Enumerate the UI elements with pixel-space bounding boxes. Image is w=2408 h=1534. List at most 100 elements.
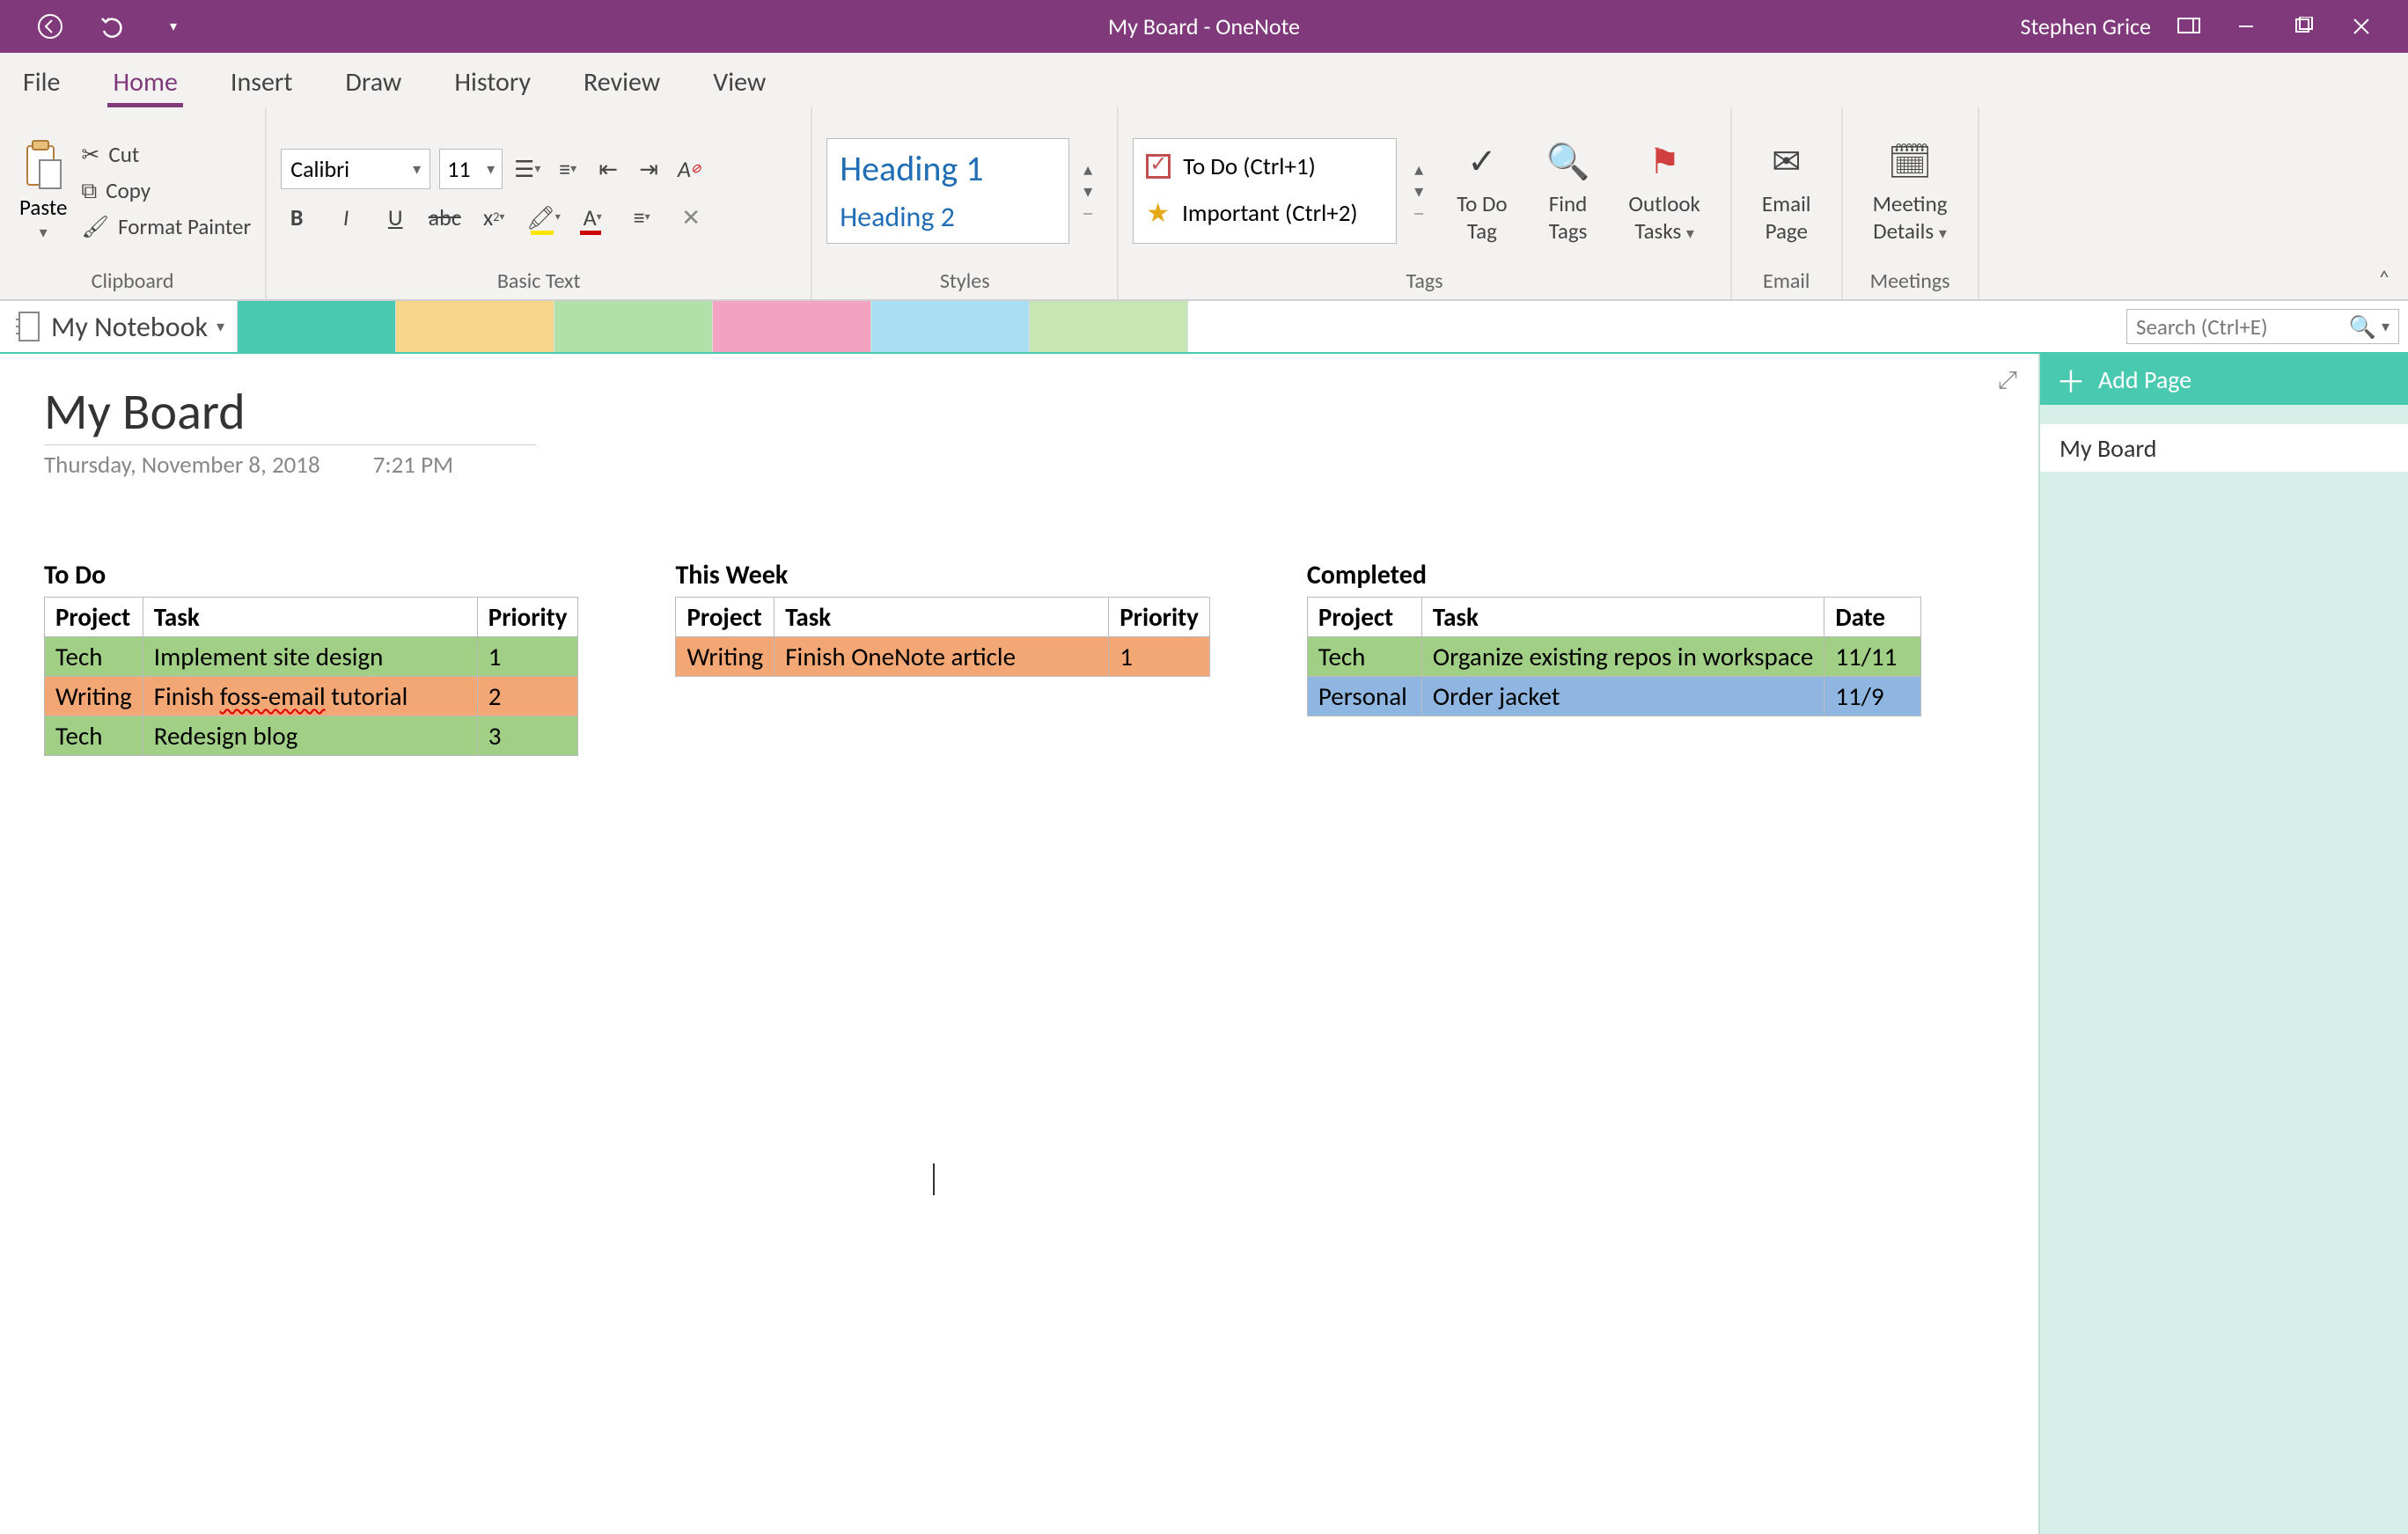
highlight-button[interactable]: 🖍▾	[527, 202, 559, 233]
section-tab[interactable]	[713, 301, 871, 352]
tag-important[interactable]: ★Important (Ctrl+2)	[1146, 197, 1384, 230]
add-page-button[interactable]: ＋ Add Page	[2040, 354, 2408, 405]
bullets-icon[interactable]: ☰▾	[511, 153, 543, 185]
minimize-icon[interactable]	[2235, 16, 2267, 37]
table-row[interactable]: TechOrganize existing repos in workspace…	[1307, 637, 1920, 677]
tags-gallery[interactable]: To Do (Ctrl+1) ★Important (Ctrl+2)	[1133, 138, 1397, 244]
table-cell[interactable]: Tech	[45, 716, 143, 756]
page-canvas[interactable]: ⤢ Thursday, November 8, 2018 7:21 PM To …	[0, 354, 2038, 1534]
qat-dropdown-icon[interactable]: ▾	[158, 11, 188, 41]
copy-button[interactable]: ⧉Copy	[81, 177, 251, 204]
paste-icon[interactable]	[22, 139, 64, 192]
table-cell[interactable]: 11/9	[1824, 677, 1921, 716]
style-heading1[interactable]: Heading 1	[840, 147, 1056, 190]
table-row[interactable]: WritingFinish OneNote article1	[676, 637, 1209, 677]
table-cell[interactable]: Order jacket	[1421, 677, 1824, 716]
ribbon-display-icon[interactable]	[2177, 18, 2209, 35]
board-table[interactable]: ProjectTaskPriorityWritingFinish OneNote…	[675, 597, 1209, 677]
tab-view[interactable]: View	[708, 55, 771, 107]
tab-history[interactable]: History	[449, 55, 536, 107]
user-name[interactable]: Stephen Grice	[2021, 12, 2151, 40]
align-button[interactable]: ≡▾	[626, 202, 657, 233]
todo-tag-button[interactable]: ✓To Do Tag	[1441, 137, 1523, 245]
page-date: Thursday, November 8, 2018	[44, 451, 320, 480]
clear-format-icon[interactable]: A⊘	[673, 153, 705, 185]
table-row[interactable]: TechRedesign blog3	[45, 716, 578, 756]
tab-home[interactable]: Home	[107, 55, 182, 107]
table-cell[interactable]: Organize existing repos in workspace	[1421, 637, 1824, 677]
underline-button[interactable]: U	[379, 202, 411, 233]
section-tab[interactable]	[396, 301, 554, 352]
table-cell[interactable]: 1	[1109, 637, 1210, 677]
table-row[interactable]: PersonalOrder jacket11/9	[1307, 677, 1920, 716]
table-cell[interactable]: Implement site design	[143, 637, 477, 677]
table-row[interactable]: TechImplement site design1	[45, 637, 578, 677]
expand-icon[interactable]: ⤢	[1998, 364, 2017, 395]
table-cell[interactable]: Writing	[45, 677, 143, 716]
table-cell[interactable]: Finish OneNote article	[775, 637, 1109, 677]
format-painter-button[interactable]: 🖌Format Painter	[81, 213, 251, 240]
outdent-icon[interactable]: ⇤	[592, 153, 624, 185]
tab-review[interactable]: Review	[578, 55, 665, 107]
table-cell[interactable]: Redesign blog	[143, 716, 477, 756]
tab-insert[interactable]: Insert	[225, 55, 298, 107]
tab-file[interactable]: File	[18, 55, 65, 107]
paste-dropdown-icon[interactable]: ▾	[40, 223, 48, 242]
search-scope-dropdown-icon[interactable]: ▾	[2382, 317, 2390, 336]
bold-button[interactable]: B	[281, 202, 312, 233]
table-cell[interactable]: Personal	[1307, 677, 1421, 716]
table-cell[interactable]: Writing	[676, 637, 775, 677]
section-tab[interactable]	[1030, 301, 1188, 352]
italic-button[interactable]: I	[330, 202, 362, 233]
back-icon[interactable]	[35, 11, 65, 41]
board-table[interactable]: ProjectTaskPriorityTechImplement site de…	[44, 597, 578, 756]
section-tab[interactable]	[554, 301, 713, 352]
tags-expand-icon[interactable]: ▴▾⎯	[1404, 158, 1434, 224]
indent-icon[interactable]: ⇥	[633, 153, 664, 185]
numbering-icon[interactable]: ≡▾	[552, 153, 584, 185]
section-tab[interactable]	[871, 301, 1030, 352]
collapse-ribbon-icon[interactable]: ˄	[2360, 107, 2408, 299]
close-icon[interactable]	[2352, 17, 2383, 36]
delete-button[interactable]: ✕	[675, 202, 707, 233]
page-title[interactable]	[44, 380, 537, 445]
strikethrough-button[interactable]: abc	[429, 202, 460, 233]
search-input[interactable]: Search (Ctrl+E) 🔍 ▾	[2126, 309, 2399, 344]
star-icon: ★	[1146, 197, 1170, 230]
tag-todo[interactable]: To Do (Ctrl+1)	[1146, 152, 1384, 181]
paste-button[interactable]: Paste	[19, 194, 67, 221]
email-page-button[interactable]: ✉Email Page	[1746, 137, 1827, 245]
board-title: Completed	[1307, 559, 1921, 591]
copy-icon: ⧉	[81, 177, 97, 204]
table-cell[interactable]: 1	[477, 637, 578, 677]
font-color-button[interactable]: A▾	[576, 202, 608, 233]
meeting-details-button[interactable]: 🗓Meeting Details ▾	[1857, 137, 1964, 245]
style-heading2[interactable]: Heading 2	[840, 200, 1056, 234]
table-cell[interactable]: Tech	[1307, 637, 1421, 677]
maximize-icon[interactable]	[2294, 17, 2325, 36]
find-tags-button[interactable]: 🔍Find Tags	[1531, 137, 1606, 245]
undo-icon[interactable]	[97, 11, 127, 41]
tab-draw[interactable]: Draw	[340, 55, 407, 107]
window-title: My Board - OneNote	[1108, 12, 1300, 40]
font-name-select[interactable]: Calibri▾	[281, 149, 430, 189]
font-size-select[interactable]: 11▾	[439, 149, 503, 189]
outlook-tasks-button[interactable]: ⚑Outlook Tasks ▾	[1612, 137, 1716, 245]
check-icon: ✓	[1467, 137, 1497, 187]
table-cell[interactable]: 11/11	[1824, 637, 1921, 677]
table-cell[interactable]: 3	[477, 716, 578, 756]
table-cell[interactable]: Tech	[45, 637, 143, 677]
superscript-button[interactable]: x2▾	[478, 202, 510, 233]
section-tab[interactable]	[238, 301, 396, 352]
table-row[interactable]: WritingFinish foss-email tutorial2	[45, 677, 578, 716]
table-cell[interactable]: Finish foss-email tutorial	[143, 677, 477, 716]
page-list-item[interactable]: My Board	[2040, 424, 2408, 472]
board-table[interactable]: ProjectTaskDateTechOrganize existing rep…	[1307, 597, 1921, 716]
styles-expand-icon[interactable]: ▴▾⎯	[1073, 158, 1103, 224]
page-list: My Board	[2040, 405, 2408, 1534]
notebook-dropdown[interactable]: My Notebook ▾	[0, 301, 238, 352]
column-header: Priority	[477, 598, 578, 637]
styles-gallery[interactable]: Heading 1 Heading 2	[826, 138, 1069, 244]
cut-button[interactable]: ✂Cut	[81, 141, 251, 168]
table-cell[interactable]: 2	[477, 677, 578, 716]
